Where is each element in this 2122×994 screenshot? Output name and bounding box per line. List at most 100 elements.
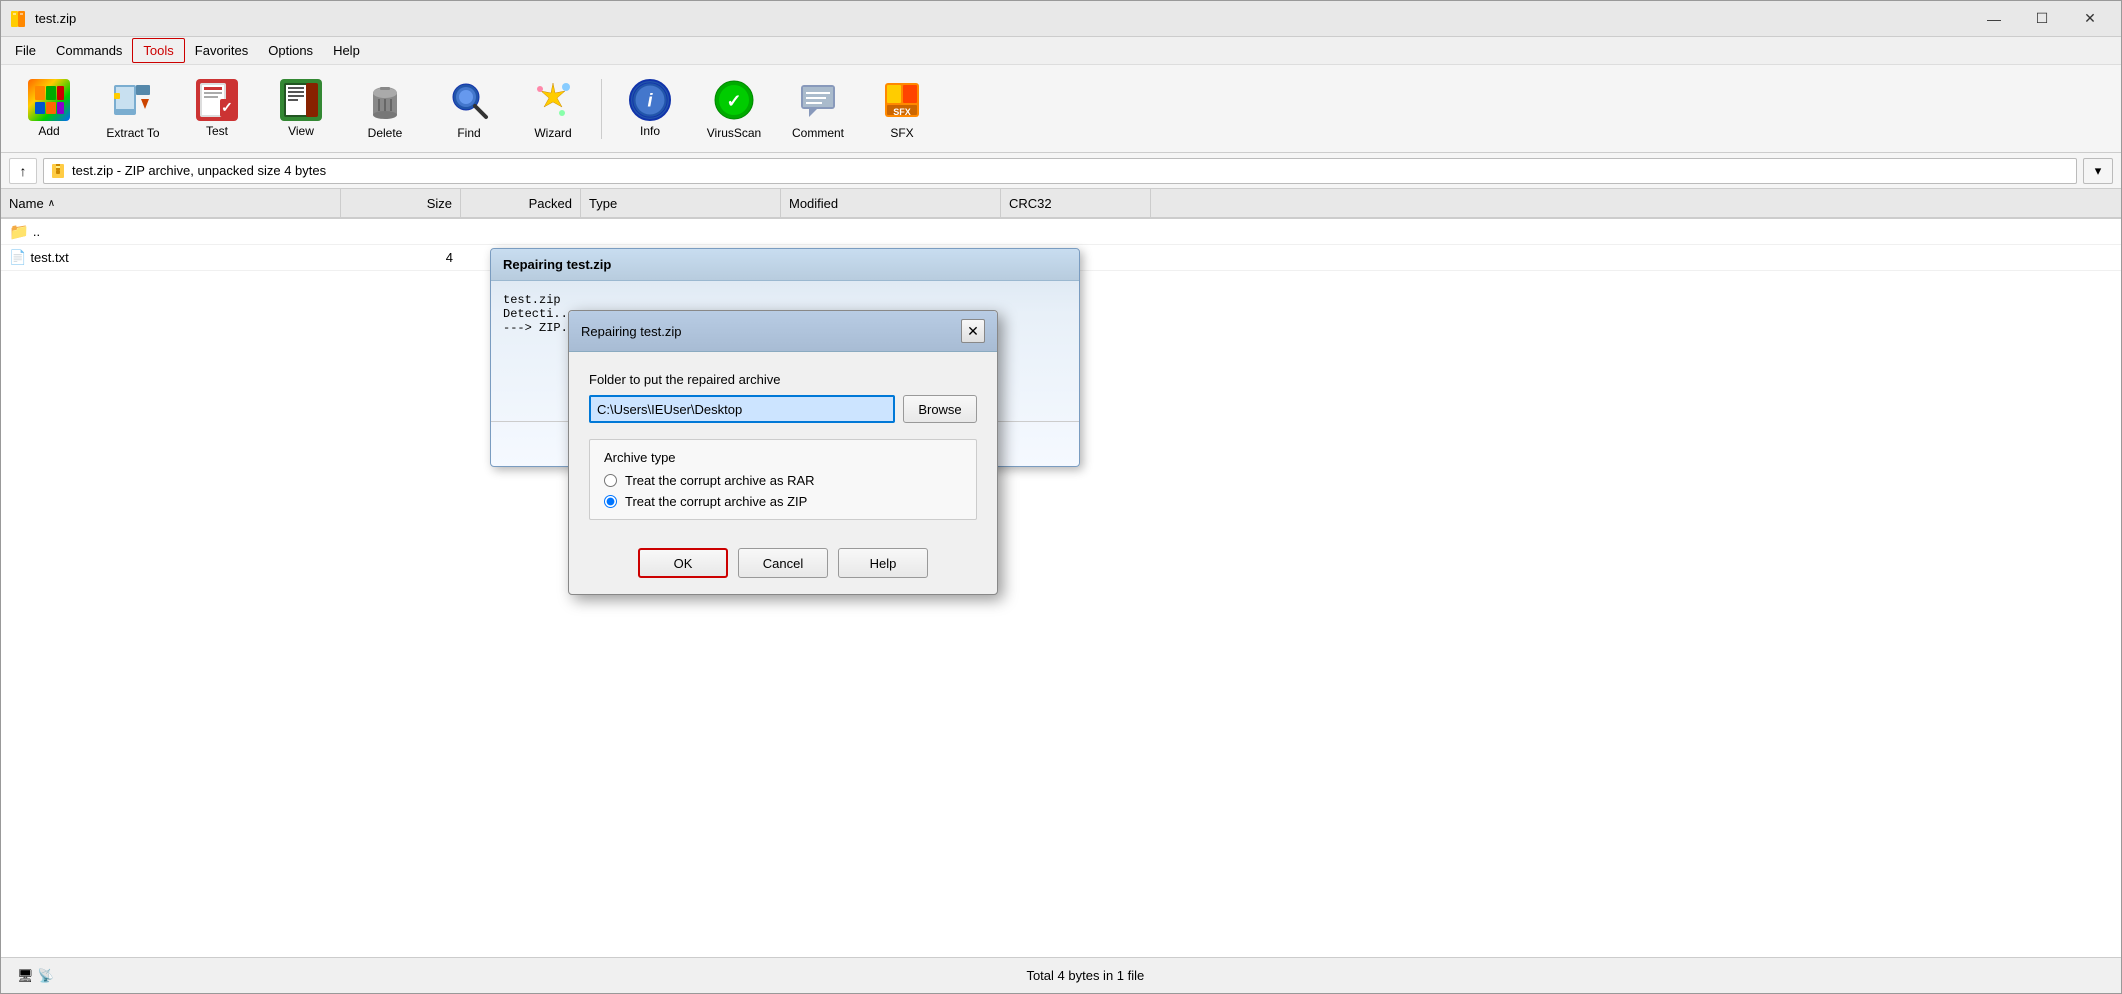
add-icon xyxy=(28,79,70,121)
address-bar: ↑ test.zip - ZIP archive, unpacked size … xyxy=(1,153,2121,189)
info-button[interactable]: i Info xyxy=(610,70,690,148)
ok-button[interactable]: OK xyxy=(638,548,728,578)
menu-options[interactable]: Options xyxy=(258,39,323,62)
radio-zip-row: Treat the corrupt archive as ZIP xyxy=(604,494,962,509)
browse-button[interactable]: Browse xyxy=(903,395,977,423)
title-bar: test.zip — ☐ ✕ xyxy=(1,1,2121,37)
extract-icon xyxy=(110,77,156,123)
file-cell-name: 📁 .. xyxy=(1,219,341,244)
comment-label: Comment xyxy=(792,126,844,140)
col-header-type[interactable]: Type xyxy=(581,189,781,217)
minimize-button[interactable]: — xyxy=(1971,4,2017,34)
test-button[interactable]: ✓ Test xyxy=(177,70,257,148)
app-icon xyxy=(9,9,29,29)
view-label: View xyxy=(288,124,314,138)
sort-arrow-name: ∧ xyxy=(48,198,55,209)
file-name: .. xyxy=(33,224,40,239)
info-icon: i xyxy=(629,79,671,121)
window-title: test.zip xyxy=(35,11,1971,26)
window-controls: — ☐ ✕ xyxy=(1971,4,2113,34)
radio-zip[interactable] xyxy=(604,495,617,508)
view-button[interactable]: View xyxy=(261,70,341,148)
repair-fg-title: Repairing test.zip xyxy=(581,324,681,339)
col-header-modified[interactable]: Modified xyxy=(781,189,1001,217)
repair-foreground-dialog: Repairing test.zip ✕ Folder to put the r… xyxy=(568,310,998,595)
col-header-size[interactable]: Size xyxy=(341,189,461,217)
col-size-label: Size xyxy=(427,196,452,211)
find-icon xyxy=(446,77,492,123)
txt-icon: 📄 xyxy=(9,249,26,266)
menu-favorites[interactable]: Favorites xyxy=(185,39,258,62)
virusscan-label: VirusScan xyxy=(707,126,761,140)
col-header-name[interactable]: Name ∧ xyxy=(1,189,341,217)
menu-help[interactable]: Help xyxy=(323,39,370,62)
wizard-label: Wizard xyxy=(534,126,571,140)
file-name: test.txt xyxy=(30,250,68,265)
comment-button[interactable]: Comment xyxy=(778,70,858,148)
radio-rar[interactable] xyxy=(604,474,617,487)
file-cell-modified xyxy=(781,219,1001,244)
svg-text:✓: ✓ xyxy=(221,99,233,115)
folder-icon: 📁 xyxy=(9,222,29,242)
folder-label: Folder to put the repaired archive xyxy=(589,372,977,387)
virusscan-button[interactable]: ✓ VirusScan xyxy=(694,70,774,148)
address-dropdown[interactable]: ▾ xyxy=(2083,158,2113,184)
delete-label: Delete xyxy=(368,126,403,140)
repair-log-line-1: test.zip xyxy=(503,293,1067,307)
wizard-icon xyxy=(530,77,576,123)
menu-bar: File Commands Tools Favorites Options He… xyxy=(1,37,2121,65)
archive-type-group: Archive type Treat the corrupt archive a… xyxy=(589,439,977,520)
table-row[interactable]: 📁 .. xyxy=(1,219,2121,245)
file-cell-size: 4 xyxy=(341,245,461,270)
dialog-close-button[interactable]: ✕ xyxy=(961,319,985,343)
comment-icon xyxy=(795,77,841,123)
sfx-button[interactable]: SFX SFX xyxy=(862,70,942,148)
repair-bg-title: Repairing test.zip xyxy=(503,257,611,272)
col-modified-label: Modified xyxy=(789,196,838,211)
find-button[interactable]: Find xyxy=(429,70,509,148)
up-button[interactable]: ↑ xyxy=(9,158,37,184)
view-icon xyxy=(280,79,322,121)
svg-text:SFX: SFX xyxy=(893,107,911,117)
radio-zip-label: Treat the corrupt archive as ZIP xyxy=(625,494,807,509)
status-icon-2: 📡 xyxy=(38,968,54,984)
file-cell-size xyxy=(341,219,461,244)
col-crc32-label: CRC32 xyxy=(1009,196,1052,211)
status-text: Total 4 bytes in 1 file xyxy=(66,968,2105,983)
col-header-crc32[interactable]: CRC32 xyxy=(1001,189,1151,217)
main-window: test.zip — ☐ ✕ File Commands Tools Favor… xyxy=(0,0,2122,994)
info-label: Info xyxy=(640,124,660,138)
add-button[interactable]: Add xyxy=(9,70,89,148)
radio-rar-row: Treat the corrupt archive as RAR xyxy=(604,473,962,488)
col-header-packed[interactable]: Packed xyxy=(461,189,581,217)
delete-button[interactable]: Delete xyxy=(345,70,425,148)
toolbar-separator xyxy=(601,79,602,139)
menu-file[interactable]: File xyxy=(5,39,46,62)
add-label: Add xyxy=(38,124,59,138)
test-label: Test xyxy=(206,124,228,138)
test-icon: ✓ xyxy=(196,79,238,121)
wizard-button[interactable]: Wizard xyxy=(513,70,593,148)
find-label: Find xyxy=(457,126,480,140)
virusscan-icon: ✓ xyxy=(711,77,757,123)
file-cell-crc32 xyxy=(1001,219,1151,244)
sfx-label: SFX xyxy=(890,126,913,140)
fg-help-button[interactable]: Help xyxy=(838,548,928,578)
extract-label: Extract To xyxy=(106,126,159,140)
menu-commands[interactable]: Commands xyxy=(46,39,132,62)
folder-input[interactable] xyxy=(589,395,895,423)
repair-fg-titlebar: Repairing test.zip ✕ xyxy=(569,311,997,352)
archive-type-label: Archive type xyxy=(604,450,962,465)
svg-text:✓: ✓ xyxy=(726,91,741,111)
menu-tools[interactable]: Tools xyxy=(132,38,184,63)
sfx-icon: SFX xyxy=(879,77,925,123)
repair-fg-footer: OK Cancel Help xyxy=(569,536,997,594)
cancel-button[interactable]: Cancel xyxy=(738,548,828,578)
extract-button[interactable]: Extract To xyxy=(93,70,173,148)
radio-rar-label: Treat the corrupt archive as RAR xyxy=(625,473,815,488)
repair-bg-titlebar: Repairing test.zip xyxy=(491,249,1079,281)
status-bar: 🖥 📡 Total 4 bytes in 1 file xyxy=(1,957,2121,993)
file-cell-type xyxy=(581,219,781,244)
maximize-button[interactable]: ☐ xyxy=(2019,4,2065,34)
close-button[interactable]: ✕ xyxy=(2067,4,2113,34)
